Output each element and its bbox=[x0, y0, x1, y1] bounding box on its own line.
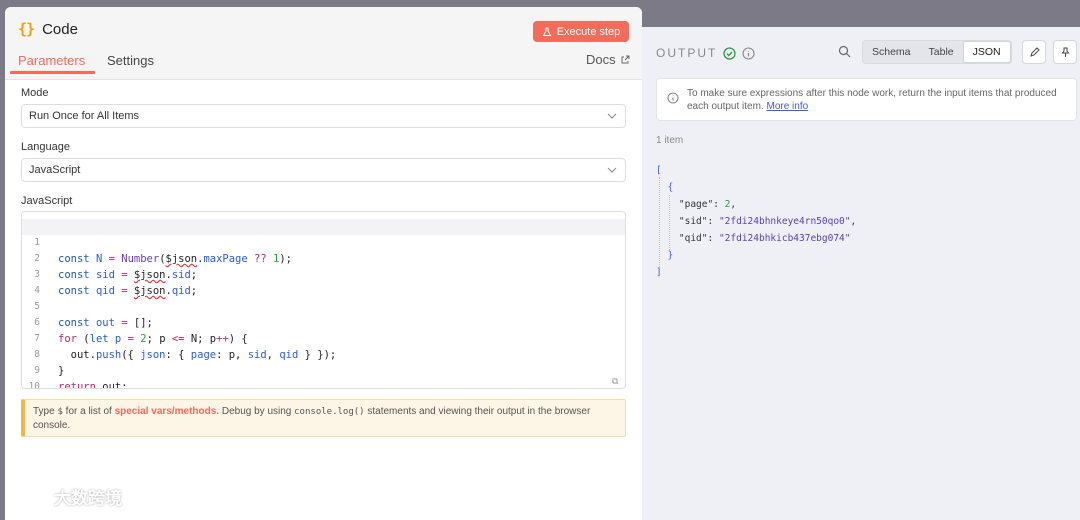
mode-label: Mode bbox=[21, 87, 49, 99]
tab-settings[interactable]: Settings bbox=[107, 53, 154, 68]
json-output[interactable]: [ { "page": 2, "sid": "2fdi24bhnkeye4rn5… bbox=[656, 162, 856, 281]
chevron-down-icon bbox=[607, 167, 617, 173]
pin-output-button[interactable] bbox=[1053, 40, 1077, 64]
language-label: Language bbox=[21, 141, 70, 153]
line-number: 10 bbox=[28, 381, 40, 389]
pencil-icon bbox=[1029, 46, 1040, 57]
language-value: JavaScript bbox=[29, 164, 81, 176]
notice-text: To make sure expressions after this node… bbox=[687, 88, 1057, 112]
code-braces-icon: {} bbox=[18, 20, 35, 38]
code-line[interactable]: 1 const N = Number($json.maxPage ?? 1); bbox=[22, 219, 625, 265]
tab-parameters[interactable]: Parameters bbox=[18, 53, 85, 68]
language-select[interactable]: JavaScript bbox=[21, 158, 626, 182]
json-line: "sid": "2fdi24bhnkeye4rn50qo0", bbox=[678, 216, 857, 227]
json-line: { bbox=[656, 179, 856, 196]
output-view-switcher: Schema Table JSON bbox=[862, 40, 1012, 64]
search-icon[interactable] bbox=[838, 45, 851, 58]
json-bracket: [ bbox=[656, 165, 662, 176]
code-hint-callout: Type $ for a list of special vars/method… bbox=[21, 399, 626, 437]
hint-text: for a list of bbox=[62, 406, 115, 417]
json-value: "2fdi24bhnkeye4rn50qo0" bbox=[718, 216, 851, 227]
json-value: 2 bbox=[724, 199, 731, 210]
json-brace: } bbox=[667, 250, 674, 261]
view-schema-button[interactable]: Schema bbox=[863, 41, 920, 63]
output-header: OUTPUT bbox=[656, 46, 755, 60]
hint-console-code: console.log() bbox=[294, 407, 365, 417]
info-icon bbox=[667, 92, 679, 104]
code-line[interactable]: 2 const sid = $json.sid; bbox=[22, 235, 625, 281]
json-line: } bbox=[656, 247, 856, 264]
view-json-button[interactable]: JSON bbox=[962, 41, 1011, 63]
mode-select[interactable]: Run Once for All Items bbox=[21, 104, 626, 128]
hint-text: Debug by using bbox=[219, 406, 295, 417]
info-icon[interactable] bbox=[742, 46, 755, 60]
json-key: "sid" bbox=[678, 216, 708, 227]
more-info-link[interactable]: More info bbox=[767, 101, 809, 112]
external-link-icon bbox=[621, 55, 630, 63]
hint-text: Type bbox=[33, 406, 58, 417]
execute-step-button[interactable]: Execute step bbox=[533, 21, 629, 42]
code-line[interactable]: 10 bbox=[22, 363, 625, 388]
code-text: return out; bbox=[58, 381, 128, 389]
success-check-icon bbox=[723, 46, 736, 60]
code-line[interactable]: 8 } bbox=[22, 331, 625, 377]
watermark: 大数跨境 bbox=[8, 484, 122, 509]
json-line: ] bbox=[656, 264, 856, 281]
json-line: "page": 2, bbox=[678, 199, 737, 210]
code-line[interactable]: 4 bbox=[22, 267, 625, 296]
node-title: {} Code bbox=[18, 20, 78, 38]
code-line[interactable]: 6 for (let p = 2; p <= N; p++) { bbox=[22, 299, 625, 345]
json-line: "qid": "2fdi24bhkicb437ebg074" bbox=[678, 233, 851, 244]
json-value: "2fdi24bhkicb437ebg074" bbox=[718, 233, 851, 244]
mode-value: Run Once for All Items bbox=[29, 110, 140, 122]
output-title: OUTPUT bbox=[656, 46, 718, 60]
output-panel: OUTPUT Schema Table JSON To make sure ex… bbox=[642, 27, 1080, 520]
flask-icon bbox=[542, 27, 552, 36]
special-vars-link[interactable]: special vars/methods. bbox=[115, 406, 220, 417]
json-brace: { bbox=[667, 182, 674, 193]
code-line[interactable]: 7 out.push({ json: { page: p, sid, qid }… bbox=[22, 315, 625, 361]
json-key: "qid" bbox=[678, 233, 708, 244]
edit-output-button[interactable] bbox=[1022, 40, 1046, 64]
expand-editor-icon[interactable]: ⧉ bbox=[612, 376, 622, 386]
pin-icon bbox=[1061, 47, 1069, 57]
json-bracket: ] bbox=[656, 267, 662, 278]
docs-label: Docs bbox=[586, 52, 616, 67]
code-line[interactable]: 3 const qid = $json.qid; bbox=[22, 251, 625, 297]
code-line[interactable]: 5 const out = []; bbox=[22, 283, 625, 329]
node-name[interactable]: Code bbox=[42, 21, 78, 38]
watermark-text: 大数跨境 bbox=[54, 489, 122, 508]
json-key: "page" bbox=[678, 199, 714, 210]
view-table-button[interactable]: Table bbox=[920, 41, 963, 63]
editor-label: JavaScript bbox=[21, 195, 73, 207]
json-line: [ bbox=[656, 162, 856, 179]
panel-header: {} Code Execute step Parameters Settings… bbox=[5, 7, 642, 80]
watermark-logo-icon bbox=[9, 488, 41, 505]
output-notice: To make sure expressions after this node… bbox=[656, 78, 1077, 121]
code-line[interactable]: 9 return out; bbox=[22, 347, 625, 388]
code-editor[interactable]: 1 const N = Number($json.maxPage ?? 1); … bbox=[21, 211, 626, 389]
node-parameters-panel: {} Code Execute step Parameters Settings… bbox=[5, 7, 642, 520]
item-count: 1 item bbox=[656, 135, 684, 146]
docs-link[interactable]: Docs bbox=[586, 52, 630, 67]
active-tab-indicator bbox=[10, 71, 95, 74]
execute-step-label: Execute step bbox=[556, 25, 621, 38]
chevron-down-icon bbox=[607, 113, 617, 119]
